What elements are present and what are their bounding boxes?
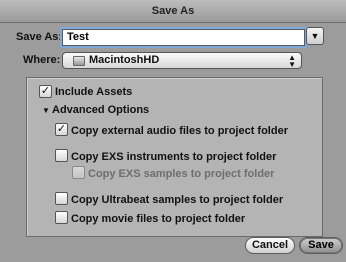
disclosure-triangle-icon[interactable]: ▼: [42, 106, 50, 115]
include-assets-label: Include Assets: [55, 86, 133, 98]
copy-exs-instruments-checkbox[interactable]: [55, 149, 68, 162]
copy-exs-samples-label: Copy EXS samples to project folder: [88, 168, 275, 180]
save-as-label: Save As:: [16, 31, 63, 43]
updown-arrows-icon: ▲ ▼: [288, 53, 296, 69]
down-arrow-icon: ▼: [288, 60, 296, 69]
copy-ultrabeat-label: Copy Ultrabeat samples to project folder: [71, 194, 284, 206]
checkmark-icon: ✓: [56, 123, 67, 135]
copy-ultrabeat-checkbox[interactable]: [55, 192, 68, 205]
save-button[interactable]: Save: [299, 237, 343, 254]
hard-disk-icon: [73, 56, 85, 66]
include-assets-checkbox[interactable]: ✓: [39, 85, 52, 98]
save-as-input[interactable]: Test: [62, 29, 305, 46]
copy-exs-instruments-label: Copy EXS instruments to project folder: [71, 151, 277, 163]
where-selected-value: MacintoshHD: [89, 54, 160, 66]
copy-movie-checkbox[interactable]: [55, 211, 68, 224]
checkmark-icon: ✓: [40, 85, 51, 97]
window-title: Save As: [0, 0, 346, 23]
advanced-options-label[interactable]: Advanced Options: [52, 104, 149, 116]
copy-exs-samples-checkbox: [72, 166, 85, 179]
expand-dialog-button[interactable]: ▼: [306, 27, 324, 45]
cancel-button[interactable]: Cancel: [245, 237, 295, 254]
chevron-down-icon: ▼: [310, 31, 320, 41]
where-popup[interactable]: MacintoshHD ▲ ▼: [62, 52, 302, 69]
where-label: Where:: [23, 54, 61, 66]
save-as-dialog: Save As Save As: Test ▼ Where: Macintosh…: [0, 0, 346, 262]
copy-audio-label: Copy external audio files to project fol…: [71, 125, 288, 137]
copy-audio-checkbox[interactable]: ✓: [55, 123, 68, 136]
copy-movie-label: Copy movie files to project folder: [71, 213, 246, 225]
